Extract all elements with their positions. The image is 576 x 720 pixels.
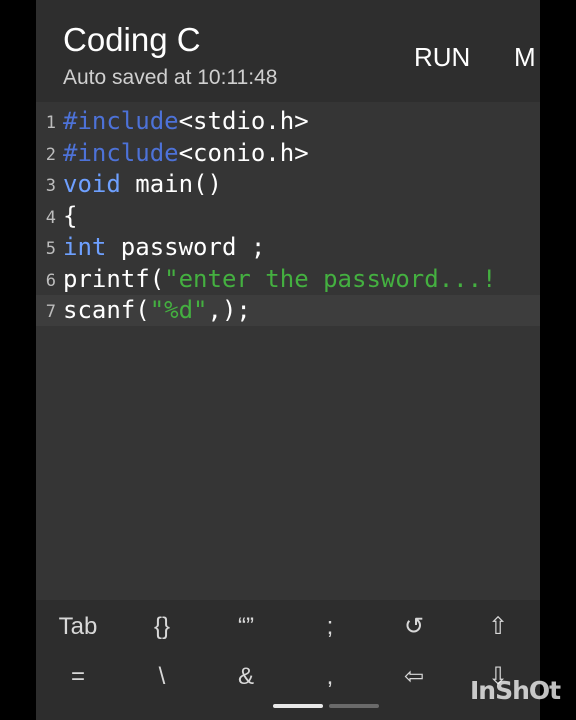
line-number: 1 — [45, 113, 56, 133]
line-code[interactable]: scanf("%d",); — [63, 295, 251, 326]
page-title: Coding C — [63, 21, 201, 58]
inshot-watermark: InShOt — [470, 676, 561, 705]
code-token: scanf( — [63, 296, 150, 324]
code-token: <conio.h> — [178, 138, 309, 167]
line-code[interactable]: #include<conio.h> — [63, 138, 309, 169]
line-number: 5 — [45, 239, 56, 259]
line-code[interactable]: #include<stdio.h> — [63, 106, 309, 137]
app-screen: Coding C Auto saved at 10:11:48 RUN M 1 #… — [36, 0, 540, 720]
line-code[interactable]: void main() — [63, 169, 222, 200]
line-number: 4 — [45, 207, 56, 228]
code-token: main() — [120, 170, 222, 198]
code-token: password ; — [106, 233, 266, 261]
code-line[interactable]: 5 int password ; — [36, 232, 540, 263]
code-token: <stdio.h> — [178, 107, 309, 135]
key-comma[interactable]: , — [288, 652, 372, 702]
page-indicator-inactive[interactable] — [329, 704, 379, 708]
code-line[interactable]: 6 printf("enter the password...! — [36, 264, 540, 295]
autosave-status: Auto saved at 10:11:48 — [63, 66, 278, 89]
code-token: int — [63, 233, 107, 261]
key-ampersand[interactable]: & — [204, 652, 288, 702]
key-tab[interactable]: Tab — [36, 602, 120, 652]
key-equals[interactable]: = — [36, 652, 120, 702]
code-token: #include — [63, 107, 179, 135]
line-number: 3 — [45, 176, 56, 196]
code-token: #include — [63, 138, 179, 167]
code-token: void — [63, 170, 121, 198]
code-token: ,); — [207, 296, 251, 324]
key-quotes[interactable]: “” — [204, 602, 288, 652]
code-line[interactable]: 4{ — [36, 201, 540, 232]
code-token: "enter the password...! — [164, 264, 497, 293]
undo-icon[interactable]: ↺ — [372, 602, 456, 652]
line-code[interactable]: printf("enter the password...! — [63, 264, 497, 295]
code-editor[interactable]: 1 #include<stdio.h> 2 #include<conio.h> 3 voi… — [36, 106, 540, 326]
code-line[interactable]: 7 scanf("%d",); — [36, 295, 540, 326]
shift-up-icon[interactable]: ⇧ — [456, 602, 540, 652]
line-number: 7 — [45, 302, 56, 322]
line-number: 6 — [45, 270, 56, 291]
code-token: printf( — [63, 264, 165, 293]
run-button[interactable]: RUN — [414, 40, 470, 74]
code-line[interactable]: 2 #include<conio.h> — [36, 138, 540, 169]
key-braces[interactable]: {} — [120, 602, 204, 652]
page-indicator-active[interactable] — [273, 704, 323, 708]
arrow-left-icon[interactable]: ⇦ — [372, 652, 456, 702]
code-line[interactable]: 3 void main() — [36, 169, 540, 200]
extra-keys-bar: Tab{} “”; ↺ ⇧ = \ &, ⇦ ⇩ — [36, 600, 540, 720]
key-semicolon[interactable]: ; — [288, 602, 372, 652]
line-code[interactable]: { — [63, 201, 77, 232]
more-menu-button[interactable]: M — [514, 40, 536, 74]
app-header: Coding C Auto saved at 10:11:48 RUN M — [36, 0, 540, 102]
code-token: "%d" — [149, 296, 208, 324]
code-line[interactable]: 1 #include<stdio.h> — [36, 106, 540, 137]
code-token: { — [63, 201, 78, 230]
line-number: 2 — [45, 144, 56, 165]
key-backslash[interactable]: \ — [120, 652, 204, 702]
line-code[interactable]: int password ; — [63, 232, 265, 263]
